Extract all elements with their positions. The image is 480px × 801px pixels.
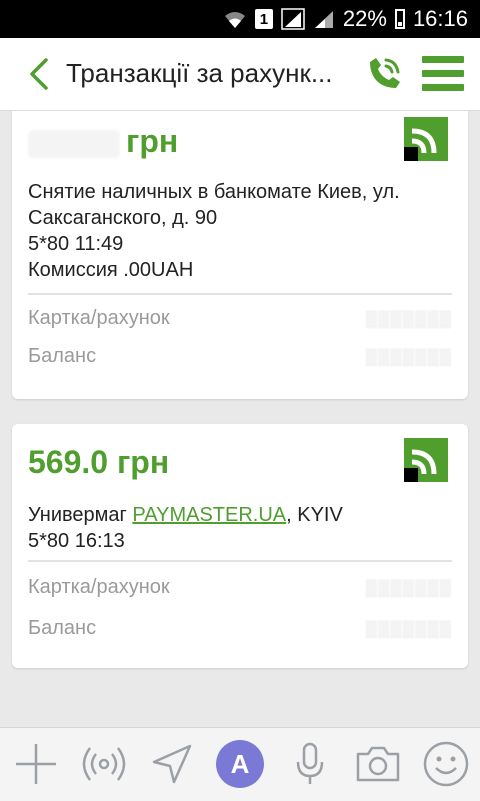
sticker-a-icon[interactable]: A xyxy=(216,740,264,788)
transaction-card[interactable]: грн Снятие наличных в банкомате Киев, ул… xyxy=(12,111,468,399)
back-arrow-icon[interactable] xyxy=(22,54,62,94)
phone-call-icon[interactable] xyxy=(362,52,406,96)
transaction-amount: 569.0 грн xyxy=(28,444,170,480)
camera-icon[interactable] xyxy=(354,740,402,788)
signal-icon-2 xyxy=(314,11,333,28)
card-account-row: Картка/рахунок ▒▒▒▒▒▒▒ xyxy=(28,307,452,329)
battery-icon xyxy=(394,9,405,29)
transaction-card[interactable]: 569.0 грн Универмаг PAYMASTER.UA, KYIV 5… xyxy=(12,424,468,668)
transaction-amount: грн xyxy=(28,123,178,160)
sim-slot-badge: 1 xyxy=(254,9,273,29)
battery-percent: 22% xyxy=(342,6,387,31)
balance-value: ▒▒▒▒▒▒▒ xyxy=(365,621,452,638)
smiley-icon[interactable] xyxy=(422,740,470,788)
page-title: Транзакції за рахунк... xyxy=(66,58,333,88)
transaction-list[interactable]: грн Снятие наличных в банкомате Киев, ул… xyxy=(0,111,480,727)
card-account-value: ▒▒▒▒▒▒▒ xyxy=(365,311,452,328)
card-account-value: ▒▒▒▒▒▒▒ xyxy=(365,580,452,597)
status-bar: 1 22% 16:16 xyxy=(0,0,480,38)
transaction-datetime: 5*80 11:49 xyxy=(28,233,124,255)
obscured-amount xyxy=(28,129,120,158)
divider xyxy=(28,560,452,562)
hamburger-menu-icon[interactable] xyxy=(422,56,464,92)
privatbank-logo-icon xyxy=(404,117,448,161)
transaction-description: Снятие наличных в банкомате Киев, ул. Са… xyxy=(28,179,458,283)
broadcast-icon[interactable] xyxy=(80,740,128,788)
wifi-icon xyxy=(224,12,245,28)
clock: 16:16 xyxy=(412,6,468,31)
microphone-icon[interactable] xyxy=(286,740,334,788)
svg-text:A: A xyxy=(231,749,250,779)
transaction-datetime: 5*80 16:13 xyxy=(28,530,125,552)
card-account-row: Картка/рахунок ▒▒▒▒▒▒▒ xyxy=(28,576,452,598)
signal-icon xyxy=(281,8,305,30)
plus-icon[interactable] xyxy=(12,740,60,788)
transaction-description: Универмаг PAYMASTER.UA, KYIV 5*80 16:13 xyxy=(28,502,458,554)
app-header: Транзакції за рахунк... xyxy=(0,38,480,111)
divider xyxy=(28,293,452,295)
merchant-link[interactable]: PAYMASTER.UA xyxy=(132,504,286,526)
send-location-icon[interactable] xyxy=(148,740,196,788)
balance-row: Баланс ▒▒▒▒▒▒▒ xyxy=(28,345,452,367)
balance-value: ▒▒▒▒▒▒▒ xyxy=(365,349,452,366)
balance-row: Баланс ▒▒▒▒▒▒▒ xyxy=(28,617,452,639)
transaction-commission: Комиссия .00UAH xyxy=(28,259,194,281)
privatbank-logo-icon xyxy=(404,438,448,482)
input-toolbar: A xyxy=(0,727,480,801)
